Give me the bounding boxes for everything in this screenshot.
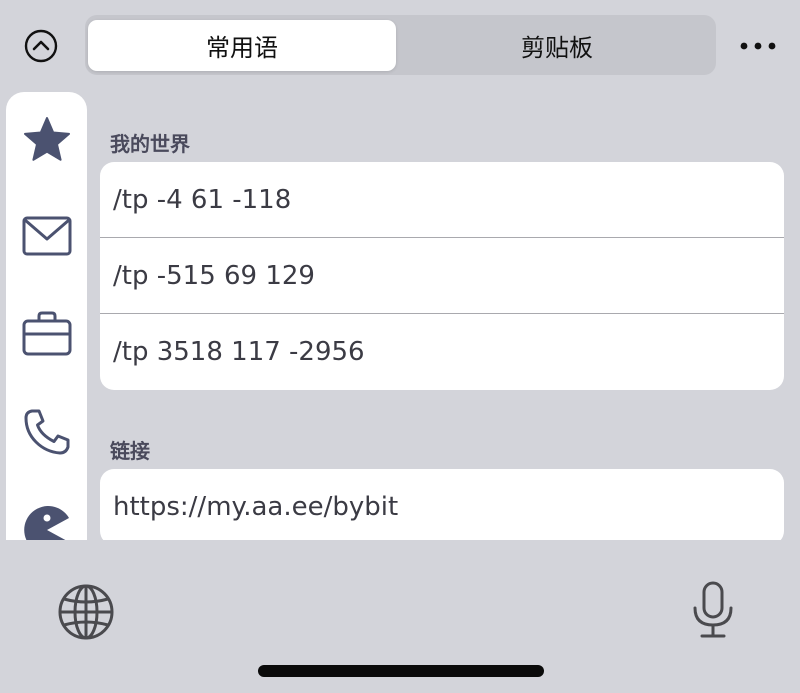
section-card-minecraft: /tp -4 61 -118 /tp -515 69 129 /tp 3518 … — [100, 162, 784, 390]
list-item[interactable]: /tp -515 69 129 — [100, 238, 784, 314]
collapse-button[interactable] — [24, 29, 58, 63]
more-dots-icon — [740, 42, 776, 50]
mail-icon — [22, 216, 71, 256]
list-item[interactable]: https://my.aa.ee/bybit — [100, 469, 784, 540]
star-icon — [23, 117, 70, 161]
segmented-control: 常用语 剪贴板 — [85, 15, 716, 75]
dictation-button[interactable] — [689, 580, 737, 640]
tab-common-phrases[interactable]: 常用语 — [88, 20, 396, 71]
briefcase-icon — [22, 311, 71, 356]
pacman-icon — [23, 506, 69, 540]
sidebar-item-games[interactable] — [6, 500, 87, 540]
phone-icon — [24, 409, 69, 455]
microphone-icon — [693, 581, 733, 638]
section-title-minecraft: 我的世界 — [110, 132, 190, 156]
list-item[interactable]: /tp -4 61 -118 — [100, 162, 784, 238]
list-item[interactable]: /tp 3518 117 -2956 — [100, 314, 784, 390]
more-button[interactable] — [738, 34, 778, 58]
sidebar-item-phone[interactable] — [6, 402, 87, 462]
section-card-links: https://my.aa.ee/bybit — [100, 469, 784, 540]
section-title-links: 链接 — [110, 439, 150, 463]
sidebar-item-mail[interactable] — [6, 206, 87, 266]
home-indicator[interactable] — [258, 665, 544, 677]
chevron-up-circle-icon — [24, 29, 58, 63]
switch-keyboard-button[interactable] — [57, 583, 115, 641]
sidebar-item-favorites[interactable] — [6, 110, 87, 170]
category-sidebar — [6, 92, 87, 540]
globe-icon — [58, 584, 114, 640]
phrase-list: 我的世界 /tp -4 61 -118 /tp -515 69 129 /tp … — [100, 92, 784, 540]
tab-clipboard[interactable]: 剪贴板 — [403, 20, 711, 71]
sidebar-item-work[interactable] — [6, 304, 87, 364]
